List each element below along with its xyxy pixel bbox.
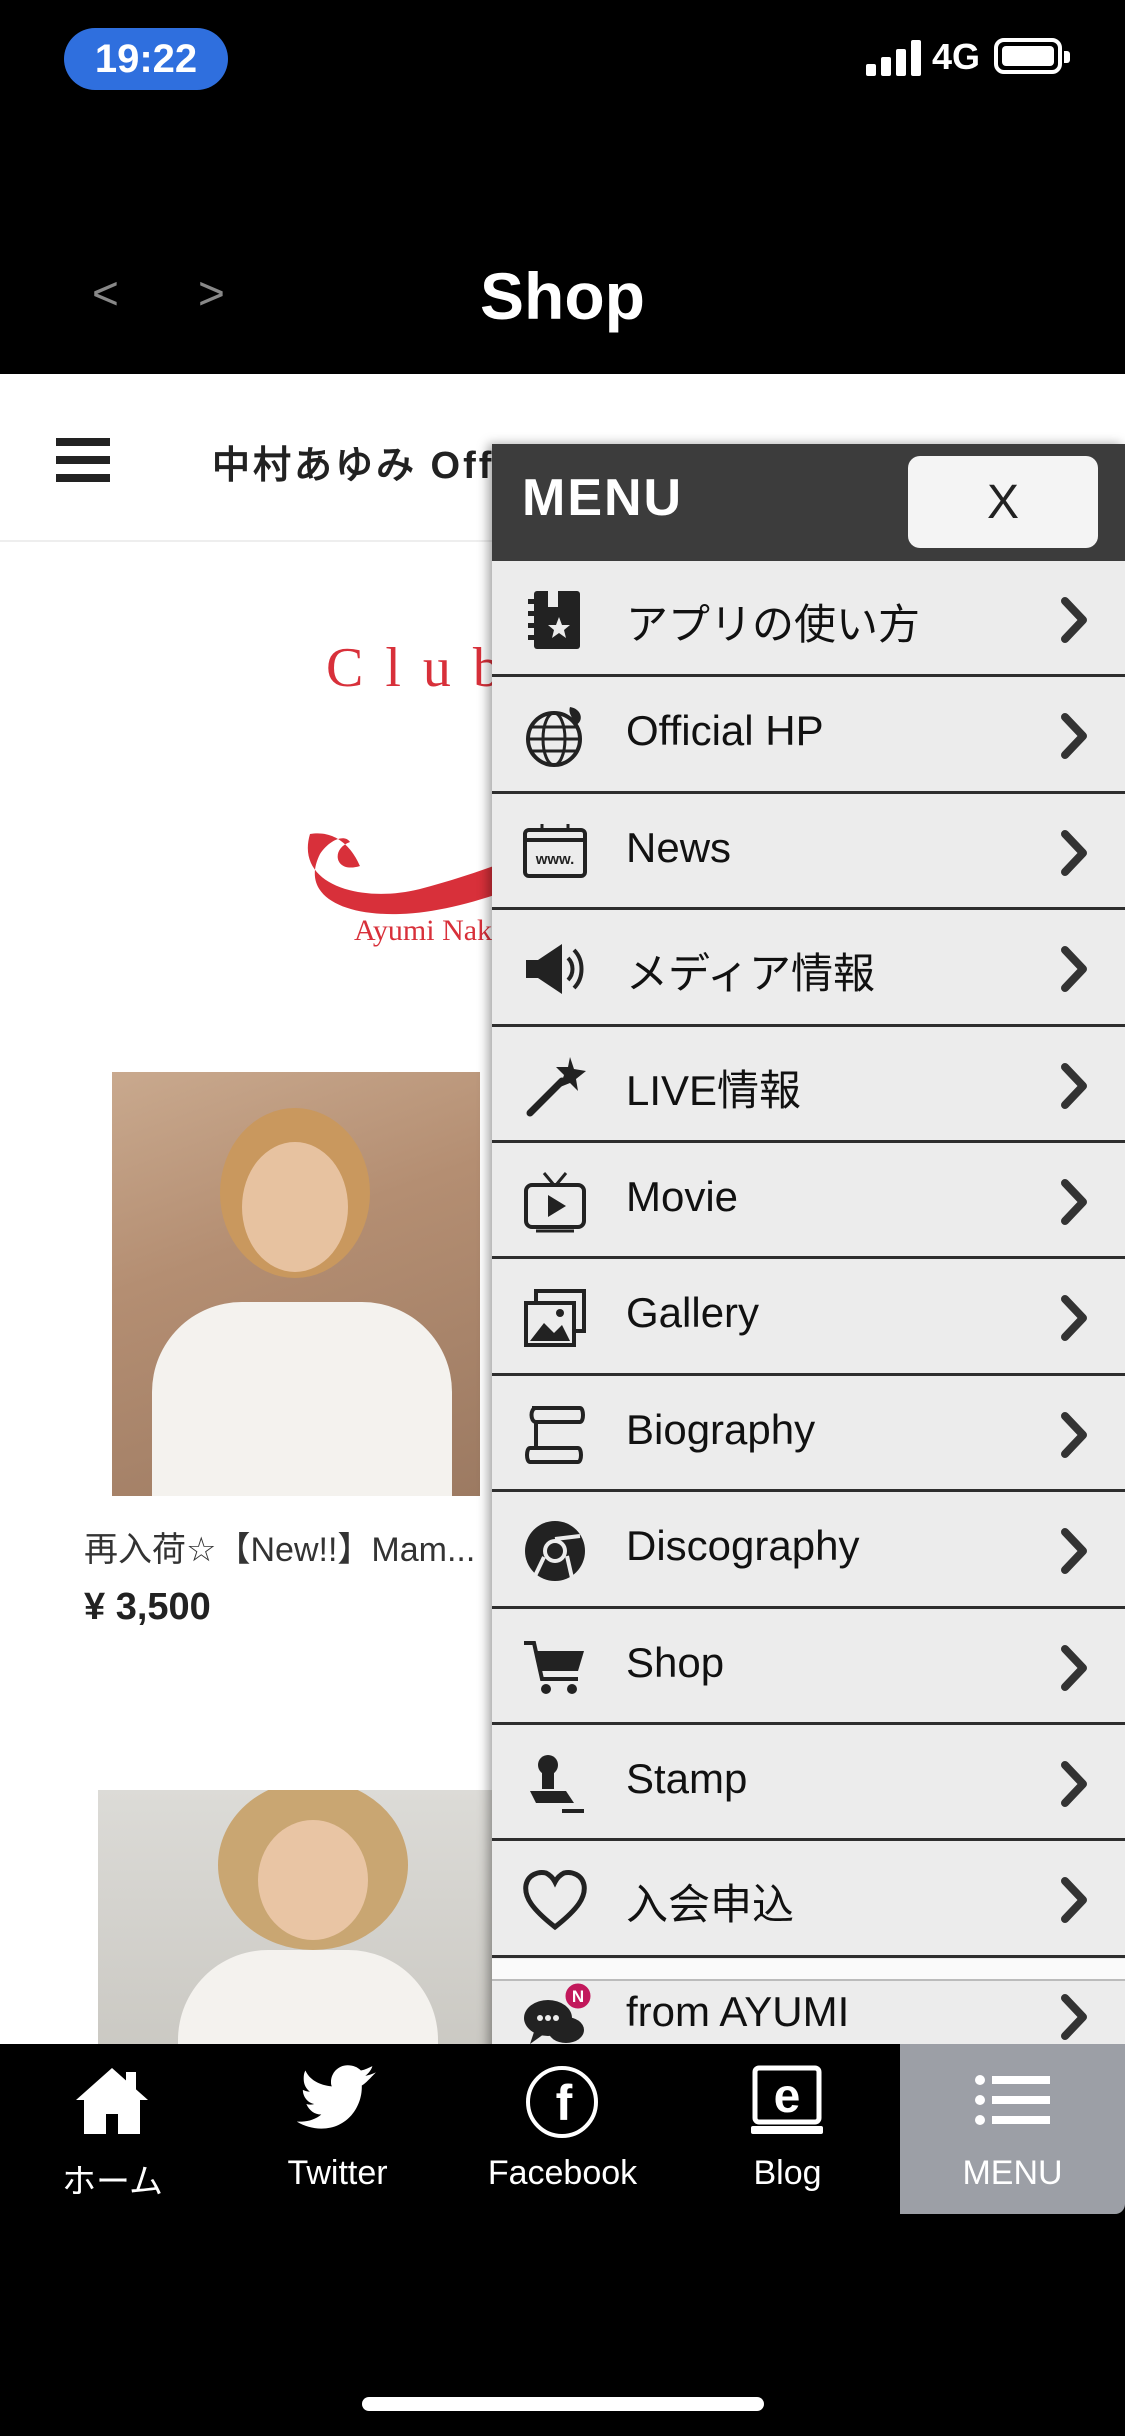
- menu-item-discography[interactable]: Discography: [492, 1492, 1125, 1609]
- menu-item-label: メディア情報: [626, 950, 876, 998]
- menu-item-label: Stamp: [626, 1754, 748, 1802]
- tab-bar: ホーム Twitter f Facebook e Blog MENU: [0, 2044, 1125, 2436]
- chevron-right-icon: [1061, 946, 1087, 993]
- facebook-icon: f: [526, 2066, 598, 2138]
- blog-icon: e: [751, 2065, 823, 2134]
- menu-item-label: Gallery: [626, 1289, 760, 1337]
- menu-item-label: Shop: [626, 1638, 725, 1686]
- gallery-images-icon: [524, 1289, 586, 1348]
- title-bar: < > Shop: [0, 120, 1125, 374]
- tab-label: MENU: [962, 2154, 1063, 2192]
- disc-icon: [525, 1521, 585, 1582]
- menu-item-stamp[interactable]: Stamp: [492, 1724, 1125, 1842]
- tab-facebook[interactable]: f Facebook: [450, 2044, 675, 2214]
- menu-item-label: Movie: [626, 1172, 739, 1220]
- tab-label: Twitter: [287, 2154, 388, 2192]
- twitter-icon: [297, 2065, 376, 2129]
- menu-list-icon: [975, 2075, 1050, 2125]
- tab-label: ホーム: [62, 2163, 163, 2201]
- tab-label: Facebook: [487, 2154, 638, 2192]
- menu-header: MENU X: [492, 444, 1125, 561]
- svg-text:www.: www.: [535, 851, 575, 868]
- menu-heading: MENU: [522, 469, 684, 527]
- menu-item-gallery[interactable]: Gallery: [492, 1259, 1125, 1376]
- product-image[interactable]: [112, 1072, 480, 1496]
- menu-item-movie[interactable]: Movie: [492, 1142, 1125, 1260]
- battery-icon: [994, 38, 1070, 74]
- signal-strength-icon: [866, 40, 922, 76]
- menu-bottom-edge: [492, 1959, 1125, 1981]
- status-time: 19:22: [64, 28, 228, 90]
- cart-icon: [524, 1640, 584, 1694]
- www-browser-icon: www.: [523, 823, 587, 878]
- chevron-right-icon: [1061, 713, 1087, 760]
- menu-list: アプリの使い方 Official HP www. News メディア情報 LIV…: [492, 561, 1125, 2075]
- chevron-right-icon: [1061, 1411, 1087, 1458]
- menu-item-live[interactable]: LIVE情報: [492, 1026, 1125, 1143]
- chevron-right-icon: [1061, 1528, 1087, 1575]
- heart-icon: [523, 1870, 587, 1931]
- tv-play-icon: [524, 1171, 586, 1233]
- tab-blog[interactable]: e Blog: [675, 2044, 900, 2214]
- tab-menu[interactable]: MENU: [900, 2044, 1125, 2214]
- slide-menu: MENU X アプリの使い方 Official HP www. News メディ…: [492, 444, 1125, 2084]
- chevron-right-icon: [1061, 1295, 1087, 1342]
- chevron-right-icon: [1061, 1993, 1087, 2040]
- chevron-right-icon: [1061, 597, 1087, 643]
- network-type: 4G: [932, 36, 981, 77]
- close-menu-button[interactable]: X: [908, 456, 1098, 548]
- hamburger-menu-icon[interactable]: [56, 438, 110, 482]
- menu-item-official-hp[interactable]: Official HP: [492, 677, 1125, 794]
- menu-item-label: Discography: [626, 1522, 860, 1570]
- home-icon: [76, 2068, 148, 2134]
- menu-item-join[interactable]: 入会申込: [492, 1841, 1125, 1958]
- menu-item-label: アプリの使い方: [626, 601, 921, 648]
- menu-item-label: Biography: [626, 1405, 816, 1453]
- stamp-icon: [530, 1754, 584, 1813]
- new-badge: N: [572, 1987, 584, 2006]
- book-star-icon: [528, 591, 580, 649]
- tab-label: Blog: [753, 2154, 822, 2192]
- status-bar: 19:22 4G: [0, 0, 1125, 120]
- page-title: Shop: [480, 259, 645, 333]
- chevron-right-icon: [1061, 1877, 1087, 1924]
- chevron-right-icon: [1061, 1644, 1087, 1691]
- chevron-right-icon: [1061, 1062, 1087, 1109]
- tab-twitter[interactable]: Twitter: [225, 2044, 450, 2214]
- tab-home[interactable]: ホーム: [0, 2044, 225, 2214]
- home-indicator[interactable]: [362, 2397, 764, 2411]
- menu-item-label: LIVE情報: [626, 1066, 802, 1114]
- chat-bubbles-icon: N: [524, 1980, 594, 2044]
- product-name[interactable]: 再入荷☆【New!!】Mam...: [84, 1522, 475, 1571]
- menu-item-biography[interactable]: Biography: [492, 1375, 1125, 1493]
- menu-item-label: from AYUMI: [626, 1987, 850, 2035]
- menu-item-label: News: [626, 823, 732, 871]
- svg-text:f: f: [556, 2075, 573, 2131]
- globe-icon: [526, 707, 582, 768]
- chevron-right-icon: [1061, 829, 1087, 876]
- product-image[interactable]: [98, 1790, 494, 2044]
- magic-wand-icon: [526, 1056, 586, 1117]
- chevron-right-icon: [1061, 1760, 1087, 1807]
- menu-item-label: Official HP: [626, 707, 824, 755]
- menu-item-shop[interactable]: Shop: [492, 1608, 1125, 1725]
- chevron-right-icon: [1061, 1178, 1087, 1225]
- product-price: ¥ 3,500: [84, 1586, 211, 1628]
- svg-text:e: e: [774, 2070, 801, 2123]
- scroll-icon: [525, 1405, 585, 1464]
- menu-item-label: 入会申込: [626, 1881, 795, 1929]
- menu-item-news[interactable]: www. News: [492, 793, 1125, 911]
- menu-item-media[interactable]: メディア情報: [492, 910, 1125, 1027]
- megaphone-icon: [526, 944, 584, 995]
- menu-item-how-to-use[interactable]: アプリの使い方: [492, 561, 1125, 678]
